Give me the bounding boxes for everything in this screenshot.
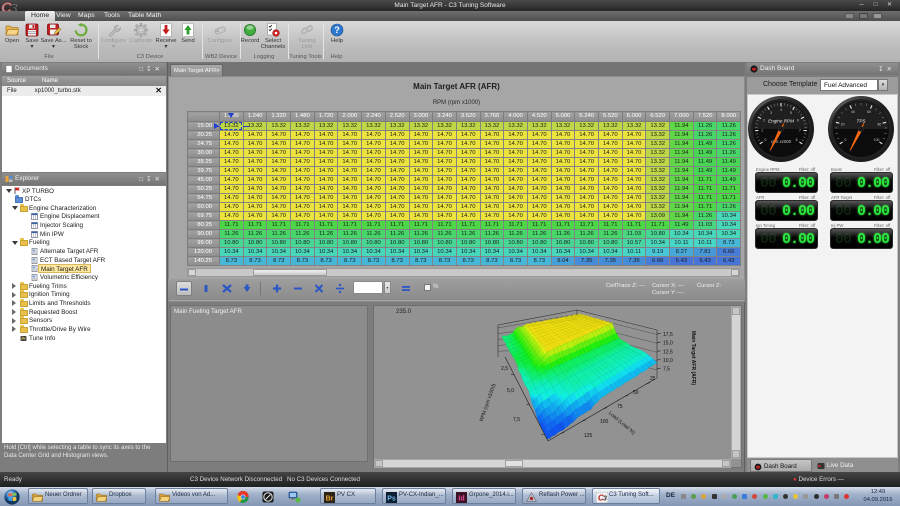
svg-text:Br: Br xyxy=(326,495,334,502)
svg-text:TPS: TPS xyxy=(857,119,867,124)
svg-text:60: 60 xyxy=(867,110,871,114)
svg-text:2: 2 xyxy=(763,118,765,122)
svg-text:125: 125 xyxy=(584,433,593,439)
svg-text:8: 8 xyxy=(796,138,798,142)
svg-text:3: 3 xyxy=(603,495,607,502)
svg-text:0: 0 xyxy=(764,138,766,142)
svg-text:1: 1 xyxy=(761,128,763,132)
svg-text:Main Target AFR (AFR): Main Target AFR (AFR) xyxy=(690,331,696,385)
svg-text:RPM (rpm x1000): RPM (rpm x1000) xyxy=(479,383,498,423)
svg-text:2,5: 2,5 xyxy=(501,366,508,372)
svg-text:Load (Load %): Load (Load %) xyxy=(607,410,636,436)
svg-text:7,5: 7,5 xyxy=(663,367,670,373)
svg-text:Engine RPM: Engine RPM xyxy=(768,119,794,124)
svg-text:50: 50 xyxy=(633,390,639,396)
svg-text:17,5: 17,5 xyxy=(663,332,673,338)
svg-text:6: 6 xyxy=(797,118,799,122)
svg-text:80: 80 xyxy=(878,122,882,126)
svg-text:12,5: 12,5 xyxy=(663,349,673,355)
svg-text:5,0: 5,0 xyxy=(507,388,514,394)
svg-text:4: 4 xyxy=(780,108,782,112)
svg-text:75: 75 xyxy=(617,404,623,410)
svg-text:100: 100 xyxy=(600,419,609,425)
svg-text:?: ? xyxy=(334,25,340,35)
svg-text:7: 7 xyxy=(799,128,801,132)
svg-text:0: 0 xyxy=(844,138,846,142)
svg-text:20: 20 xyxy=(841,122,845,126)
svg-text:15,0: 15,0 xyxy=(663,341,673,347)
svg-text:40: 40 xyxy=(851,110,855,114)
svg-text:3: 3 xyxy=(770,111,772,115)
svg-text:10,0: 10,0 xyxy=(663,358,673,364)
svg-text:Ps: Ps xyxy=(387,495,396,502)
svg-text:100: 100 xyxy=(874,138,880,142)
svg-text:Id: Id xyxy=(458,495,464,502)
svg-text:7,5: 7,5 xyxy=(513,417,520,423)
svg-text:25: 25 xyxy=(650,376,656,382)
svg-text:5: 5 xyxy=(790,111,792,115)
